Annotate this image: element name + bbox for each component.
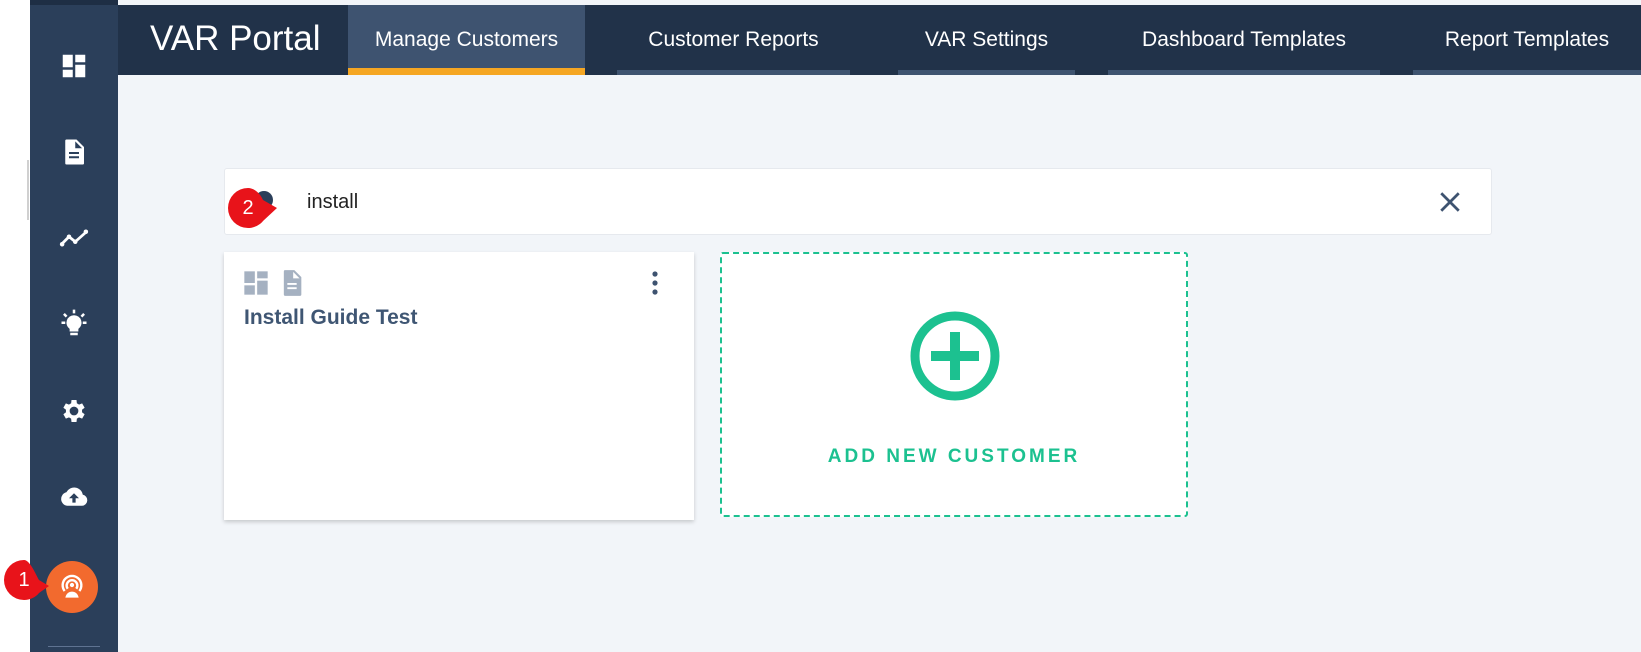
document-icon[interactable]: [58, 136, 90, 168]
tab-underline: [1108, 70, 1380, 75]
callout-number: 2: [242, 196, 254, 219]
tab-dashboard-templates[interactable]: Dashboard Templates: [1108, 5, 1380, 75]
tab-var-settings[interactable]: VAR Settings: [898, 5, 1075, 75]
customer-card[interactable]: Install Guide Test: [224, 252, 694, 520]
lightbulb-icon[interactable]: [58, 308, 90, 340]
sidebar-bottom-line: [48, 646, 100, 647]
active-tab-underline: [348, 68, 585, 75]
close-icon: [1440, 192, 1460, 212]
card-menu-button[interactable]: [644, 268, 666, 298]
tab-report-templates[interactable]: Report Templates: [1413, 5, 1641, 75]
tab-label: Report Templates: [1444, 28, 1610, 51]
left-edge-strip: [0, 0, 30, 652]
tab-underline: [1413, 70, 1641, 75]
document-icon: [278, 269, 306, 297]
plus-circle-icon: [910, 311, 1000, 401]
add-new-customer-label: ADD NEW CUSTOMER: [827, 446, 1081, 467]
tab-underline: [898, 70, 1075, 75]
top-navigation-bar: VAR Portal Manage Customers Customer Rep…: [118, 5, 1641, 75]
tab-manage-customers[interactable]: Manage Customers: [348, 5, 585, 75]
tab-label: VAR Settings: [924, 28, 1049, 51]
callout-number: 1: [18, 568, 30, 591]
scroll-rule: [27, 160, 29, 220]
clear-search-button[interactable]: [1435, 187, 1465, 217]
kebab-menu-icon: [652, 271, 658, 295]
tab-underline: [617, 70, 850, 75]
tab-label: Customer Reports: [648, 28, 819, 51]
trend-line-icon[interactable]: [58, 222, 90, 254]
gear-icon[interactable]: [58, 395, 90, 427]
search-input[interactable]: [307, 185, 1307, 219]
sidebar-top-line: [30, 0, 118, 5]
search-box: [224, 168, 1492, 235]
customer-name[interactable]: Install Guide Test: [244, 306, 417, 330]
dashboard-icon: [242, 269, 270, 297]
callout-marker-2: 2: [226, 186, 277, 230]
callout-marker-1: 1: [2, 558, 50, 602]
tab-customer-reports[interactable]: Customer Reports: [617, 5, 850, 75]
tab-label: Manage Customers: [374, 28, 559, 51]
dashboard-icon[interactable]: [58, 50, 90, 82]
add-new-customer-card[interactable]: ADD NEW CUSTOMER: [720, 252, 1188, 517]
cloud-upload-icon[interactable]: [58, 481, 90, 513]
sidebar: [30, 0, 118, 652]
app-title: VAR Portal: [150, 19, 321, 58]
tab-label: Dashboard Templates: [1142, 28, 1346, 51]
